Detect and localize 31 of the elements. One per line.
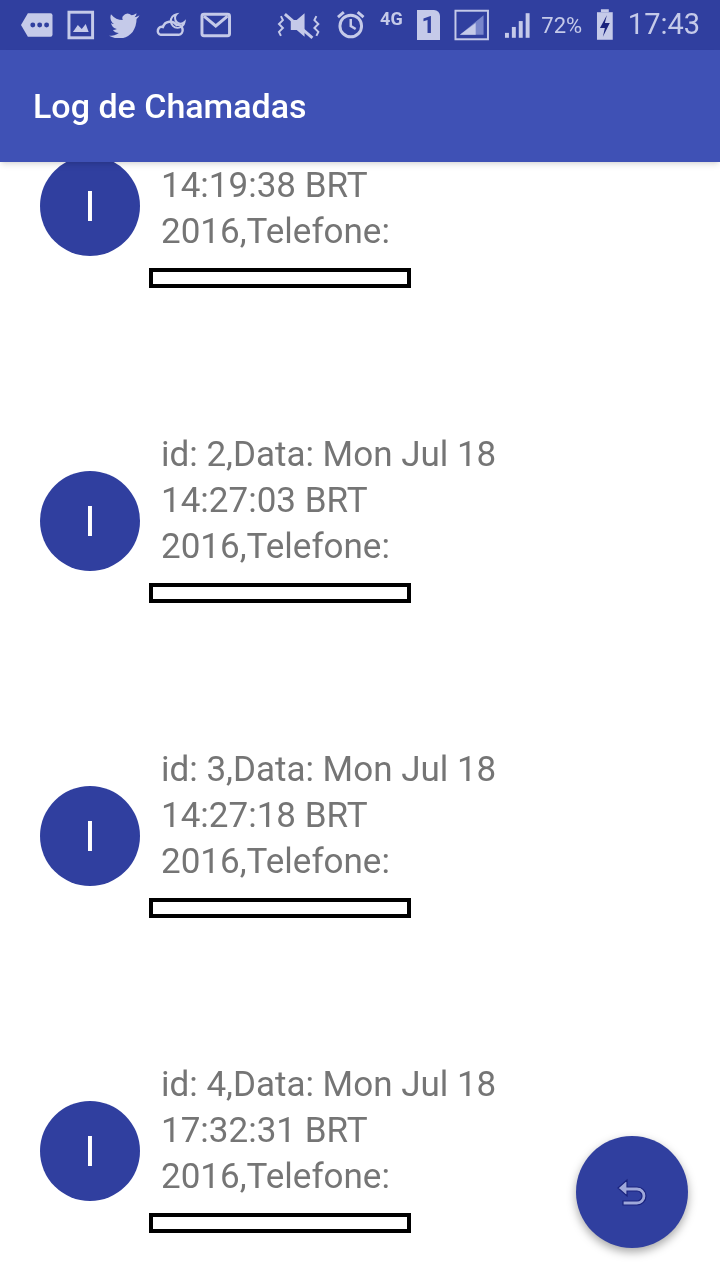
call-entry-text: id: 4,Data: Mon Jul 18: [161, 1063, 497, 1107]
battery-percent: 72%: [541, 11, 583, 40]
mute-icon: [277, 10, 321, 40]
call-entry-text: 14:27:18 BRT: [161, 794, 369, 838]
sim-icon: 1: [416, 10, 441, 40]
avatar: I: [40, 471, 140, 571]
bird-icon: [109, 12, 141, 38]
undo-button[interactable]: [576, 1136, 688, 1248]
battery-charging-icon: [596, 9, 614, 41]
call-entry-text: 2016,Telefone:: [161, 210, 391, 254]
mail-icon: [200, 12, 232, 38]
call-entry-text: 14:27:03 BRT: [161, 479, 369, 523]
call-entry-text: id: 3,Data: Mon Jul 18: [161, 748, 497, 792]
alarm-icon: [334, 9, 367, 41]
signal-icon: [454, 9, 490, 41]
image-icon: [67, 10, 96, 40]
call-entry-text: 2016,Telefone:: [161, 1155, 391, 1199]
call-entry-text: 2016,Telefone:: [161, 840, 391, 884]
avatar: I: [40, 1101, 140, 1201]
network-type: 4G: [380, 10, 403, 28]
chat-icon: [20, 11, 54, 39]
avatar: I: [40, 786, 140, 886]
call-entry-text: 17:32:31 BRT: [161, 1109, 369, 1153]
app-title: Log de Chamadas: [33, 84, 307, 128]
clock: 17:43: [627, 6, 701, 44]
avatar: I: [40, 162, 140, 256]
undo-icon: [615, 1178, 649, 1206]
call-entry-text: 2016,Telefone:: [161, 525, 391, 569]
call-entry-text: 14:19:38 BRT: [161, 164, 369, 208]
call-entry-text: id: 2,Data: Mon Jul 18: [161, 433, 497, 477]
weather-icon: [154, 11, 187, 39]
